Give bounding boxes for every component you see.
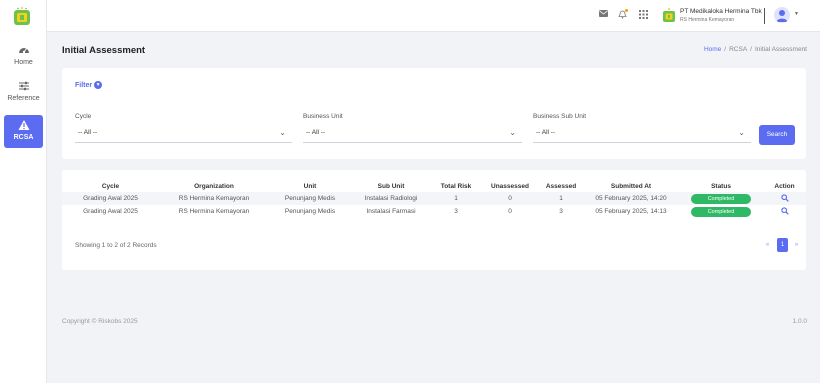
column-header[interactable]: Status xyxy=(679,180,763,192)
business-unit-label: Business Unit xyxy=(303,113,343,120)
cell-cycle: Grading Awal 2025 xyxy=(62,192,159,205)
table-row: Grading Awal 2025 RS Hermina Kemayoran P… xyxy=(62,192,806,205)
column-header: Action xyxy=(774,182,795,190)
chevron-down-icon: ⌄ xyxy=(509,128,516,137)
top-bar: PT Medikaloka Hermina Tbk RS Hermina Kem… xyxy=(47,0,820,32)
cycle-select[interactable]: -- All -- ⌄ xyxy=(75,125,292,143)
company-name[interactable]: PT Medikaloka Hermina Tbk xyxy=(680,8,762,15)
sidebar-item-label: Home xyxy=(14,59,33,66)
chevron-down-circle-icon: ▼ xyxy=(94,81,103,89)
assessment-table: Cycle Organization Unit Sub Unit Total R… xyxy=(62,180,806,218)
business-sub-unit-select[interactable]: -- All -- ⌄ xyxy=(533,125,751,143)
breadcrumb: Home / RCSA / Initial Assessment xyxy=(704,46,807,53)
business-sub-unit-label: Business Sub Unit xyxy=(533,113,587,120)
company-subtitle: RS Hermina Kemayoran xyxy=(680,17,735,23)
cell-action xyxy=(763,205,806,218)
divider xyxy=(764,8,765,24)
sidebar-item-rcsa[interactable]: RCSA xyxy=(4,115,43,148)
column-header[interactable]: Unassessed xyxy=(481,180,539,192)
cell-unassessed: 0 xyxy=(481,192,539,205)
column-header[interactable]: Unit xyxy=(269,180,351,192)
mail-icon[interactable] xyxy=(598,10,608,20)
pagination-prev-button[interactable]: « xyxy=(762,238,773,252)
search-icon[interactable] xyxy=(780,193,789,202)
table-header-row: Cycle Organization Unit Sub Unit Total R… xyxy=(62,180,806,192)
apps-grid-icon[interactable] xyxy=(638,10,648,20)
chevron-down-icon[interactable]: ▼ xyxy=(794,11,799,17)
sidebar-item-label: Reference xyxy=(7,95,40,102)
business-unit-select-value: -- All -- xyxy=(306,129,326,136)
column-header[interactable]: Total Risk xyxy=(431,180,481,192)
breadcrumb-separator: / xyxy=(724,46,727,53)
status-badge: Completed xyxy=(691,206,751,217)
dashboard-gauge-icon xyxy=(18,48,29,54)
cell-assessed: 1 xyxy=(539,192,583,205)
sidebar: Home Reference RCSA xyxy=(0,0,47,383)
cycle-select-value: -- All -- xyxy=(78,129,98,136)
cell-submitted-at: 05 February 2025, 14:20 xyxy=(583,192,679,205)
search-icon[interactable] xyxy=(780,206,789,215)
cell-unit: Penunjang Medis xyxy=(269,192,351,205)
cell-action xyxy=(763,192,806,205)
column-header[interactable]: Assessed xyxy=(539,180,583,192)
sidebar-item-home[interactable]: Home xyxy=(4,44,43,74)
notification-dot xyxy=(625,9,628,12)
cell-total-risk: 3 xyxy=(454,208,458,215)
pagination-next-button[interactable]: » xyxy=(791,238,802,252)
table-row: Grading Awal 2025 RS Hermina Kemayoran P… xyxy=(62,205,806,218)
cell-assessed: 3 xyxy=(559,208,563,215)
assessment-table-card: Cycle Organization Unit Sub Unit Total R… xyxy=(62,170,806,270)
column-header[interactable]: Submitted At xyxy=(583,180,679,192)
search-button[interactable]: Search xyxy=(759,125,795,145)
hermina-logo[interactable] xyxy=(11,5,33,27)
cell-unassessed: 0 xyxy=(508,208,512,215)
cell-sub-unit: Instalasi Radiologi xyxy=(351,192,431,205)
breadcrumb-rcsa[interactable]: RCSA xyxy=(729,46,747,53)
cell-organization: RS Hermina Kemayoran xyxy=(178,208,250,215)
column-header[interactable]: Organization xyxy=(159,180,269,192)
cell-organization: RS Hermina Kemayoran xyxy=(159,192,269,205)
column-header[interactable]: Cycle xyxy=(62,180,159,192)
chevron-down-icon: ⌄ xyxy=(738,128,745,137)
user-avatar-icon xyxy=(776,10,788,22)
filter-title: Filter xyxy=(75,81,93,89)
cycle-label: Cycle xyxy=(75,113,92,120)
cell-status: Completed xyxy=(679,205,763,218)
filter-toggle[interactable]: Filter ▼ xyxy=(75,81,103,89)
breadcrumb-separator: / xyxy=(750,46,752,53)
sidebar-item-reference[interactable]: Reference xyxy=(4,80,43,110)
app-version: 1.0.0 xyxy=(792,318,807,325)
cell-status: Completed xyxy=(679,192,763,205)
column-header[interactable]: Sub Unit xyxy=(351,180,431,192)
business-unit-select[interactable]: -- All -- ⌄ xyxy=(303,125,522,143)
records-count: Showing 1 to 2 of 2 Records xyxy=(75,242,157,249)
status-badge: Completed xyxy=(691,193,751,204)
business-sub-unit-select-value: -- All -- xyxy=(536,129,556,136)
breadcrumb-home[interactable]: Home xyxy=(704,46,721,53)
bell-icon[interactable] xyxy=(617,9,628,20)
pagination-page-button[interactable]: 1 xyxy=(777,238,788,252)
page-title: Initial Assessment xyxy=(62,45,146,56)
filter-card: Filter ▼ Cycle -- All -- ⌄ Business Unit … xyxy=(62,68,806,159)
chevron-down-icon: ⌄ xyxy=(279,128,286,137)
warning-triangle-icon xyxy=(18,120,29,130)
avatar[interactable] xyxy=(774,7,790,23)
company-logo xyxy=(663,8,675,22)
cell-unit: Penunjang Medis xyxy=(284,208,336,215)
cell-cycle: Grading Awal 2025 xyxy=(83,208,138,215)
sliders-icon xyxy=(18,81,29,91)
cell-submitted-at: 05 February 2025, 14:13 xyxy=(595,208,667,215)
sidebar-item-label: RCSA xyxy=(13,134,34,141)
cell-total-risk: 1 xyxy=(431,192,481,205)
breadcrumb-current: Initial Assessment xyxy=(754,46,807,53)
copyright: Copyright © Riskobs 2025 xyxy=(62,318,138,325)
cell-sub-unit: Instalasi Farmasi xyxy=(366,208,416,215)
